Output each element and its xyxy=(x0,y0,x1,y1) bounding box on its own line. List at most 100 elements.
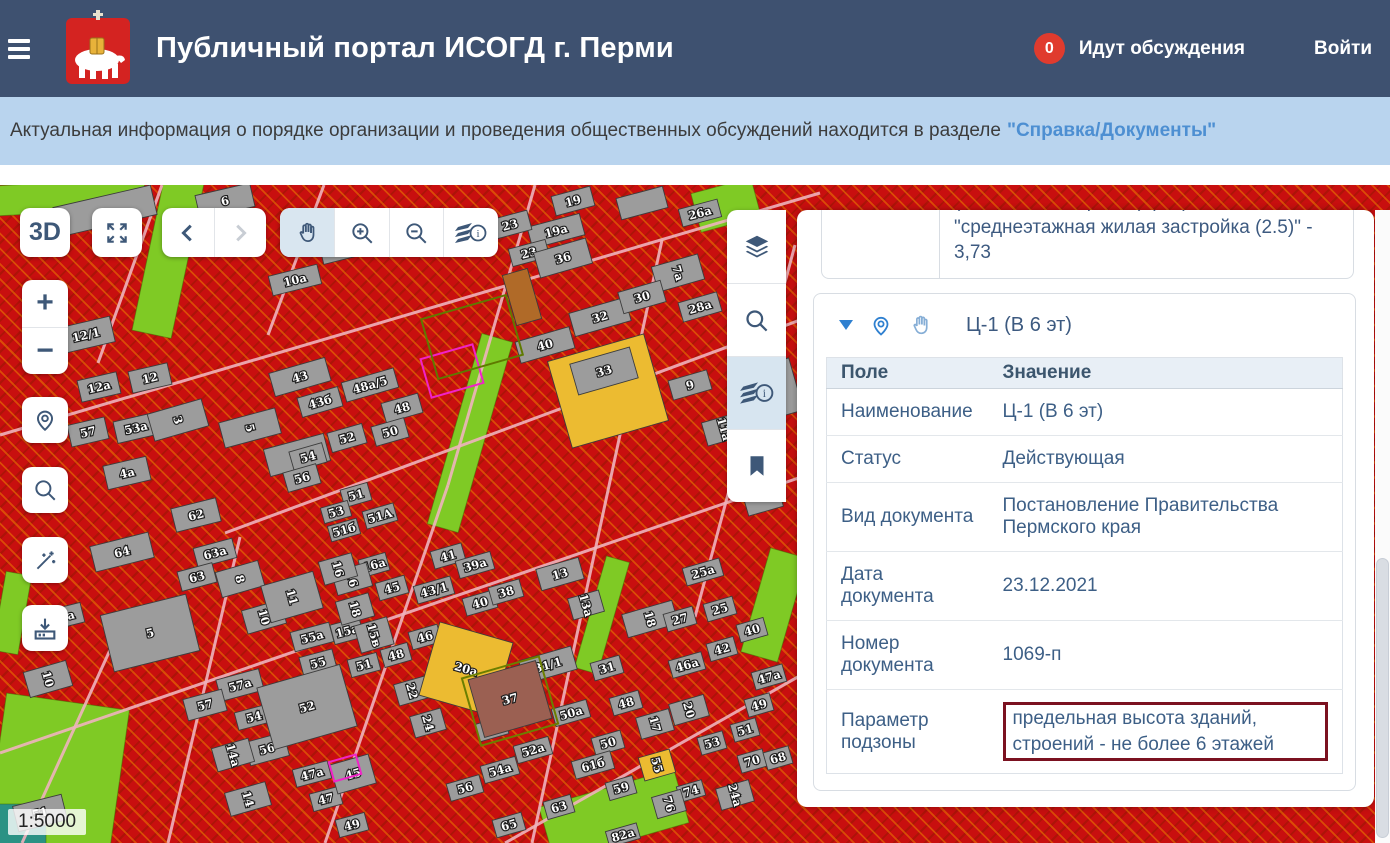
layers-icon xyxy=(742,232,772,262)
svg-text:i: i xyxy=(477,228,480,240)
map-building: 51 xyxy=(730,718,760,742)
layers-info-tool-button[interactable]: i xyxy=(443,208,498,257)
hamburger-menu-icon[interactable] xyxy=(6,35,40,63)
attributes-table: Поле Значение Наименование Ц-1 (В 6 эт) … xyxy=(826,357,1343,774)
map-building: 49 xyxy=(744,693,774,717)
download-icon xyxy=(31,614,59,642)
map-building: 63 xyxy=(177,563,217,592)
zoom-out-tool-button[interactable] xyxy=(389,208,444,257)
map-building: 48а/5 xyxy=(341,368,398,402)
map-building: 24а xyxy=(715,779,754,811)
highlighted-parameter-value: предельная высота зданий, строений - не … xyxy=(1003,702,1329,761)
field-value: Постановление Правительства Пермского кр… xyxy=(989,482,1343,551)
zoom-out-button[interactable]: − xyxy=(22,327,68,375)
field-value: предельная высота зданий, строений - не … xyxy=(989,689,1343,773)
map-building: 11 xyxy=(261,571,323,622)
map-building: 50 xyxy=(371,418,409,447)
map-building: 51 xyxy=(347,652,381,677)
zoom-to-feature-icon[interactable] xyxy=(869,312,893,339)
tab-search[interactable] xyxy=(727,283,786,356)
zoom-in-button[interactable]: + xyxy=(22,280,68,327)
map-building: 48 xyxy=(609,690,643,716)
location-pin-icon xyxy=(32,406,58,434)
map-scale-indicator: 1:5000 xyxy=(8,809,86,835)
layers-info-icon: i xyxy=(454,219,488,247)
map-building: 20 xyxy=(669,694,710,725)
object-info-panel: (высотная застройка) (2.6)" ; "среднеэта… xyxy=(797,210,1374,807)
map-search-button[interactable] xyxy=(22,467,68,513)
pan-to-feature-icon[interactable] xyxy=(908,312,933,339)
table-row: Номер документа 1069-п xyxy=(827,620,1343,689)
tab-layers[interactable] xyxy=(727,210,786,283)
field-name: Параметр подзоны xyxy=(827,689,989,773)
fullscreen-button[interactable] xyxy=(92,208,142,257)
table-row: Статус Действующая xyxy=(827,435,1343,482)
map-building: 61б xyxy=(571,751,614,779)
map-building: 14 xyxy=(225,782,272,817)
fullscreen-icon xyxy=(104,220,130,246)
map-building: 53 xyxy=(320,500,351,523)
collapse-triangle-icon[interactable] xyxy=(838,319,854,331)
magic-wand-icon xyxy=(32,547,58,573)
table-row: Параметр подзоны предельная высота здани… xyxy=(827,689,1343,773)
feature-header: Ц-1 (В 6 эт) xyxy=(822,312,1347,339)
map-building: 30 xyxy=(618,280,666,313)
zoom-control: + − xyxy=(22,280,68,374)
measure-tool-button[interactable] xyxy=(22,537,68,583)
map-building: 13 xyxy=(536,557,584,590)
map-building: 5 xyxy=(219,408,282,448)
banner-docs-link[interactable]: "Справка/Документы" xyxy=(1007,120,1216,142)
map-building: 53 xyxy=(697,731,727,755)
field-name: Вид документа xyxy=(827,482,989,551)
map-building: 57 xyxy=(183,689,227,721)
map-building: 10а xyxy=(268,264,321,296)
tab-object-info[interactable]: i xyxy=(727,356,786,429)
field-value: 1069-п xyxy=(989,620,1343,689)
map-building: 18 xyxy=(335,593,374,625)
map-building: 5 xyxy=(100,594,199,672)
search-icon xyxy=(32,477,58,503)
search-icon xyxy=(743,307,770,334)
chevron-left-icon xyxy=(177,220,199,246)
map-building: 62 xyxy=(171,498,221,532)
layers-info-icon: i xyxy=(739,379,775,407)
perm-coat-of-arms-logo[interactable] xyxy=(62,8,134,90)
previous-result-card: (высотная застройка) (2.6)" ; "среднеэта… xyxy=(821,210,1354,279)
tab-bookmarks[interactable] xyxy=(727,429,786,502)
map-building: 4а xyxy=(103,456,151,489)
map-building: 25а xyxy=(682,558,723,586)
discussions-link[interactable]: Идут обсуждения xyxy=(1079,38,1245,60)
export-button[interactable] xyxy=(22,605,68,651)
login-button[interactable]: Войти xyxy=(1314,38,1372,60)
magnifier-minus-icon xyxy=(403,220,429,246)
field-name: Статус xyxy=(827,435,989,482)
map-building: 70 xyxy=(737,749,767,773)
map-building: 57 xyxy=(67,417,109,447)
zoom-in-tool-button[interactable] xyxy=(334,208,389,257)
map-tools-group: i xyxy=(280,208,498,257)
map-building: 14а xyxy=(211,738,254,772)
view-3d-button[interactable]: 3D xyxy=(20,208,70,257)
map-building: 24 xyxy=(410,708,447,738)
map-building: 9 xyxy=(668,370,712,400)
app-header: Публичный портал ИСОГД г. Перми 0 Идут о… xyxy=(0,0,1390,97)
panel-scrollbar-track[interactable] xyxy=(1375,210,1390,843)
info-banner: Актуальная информация о порядке организа… xyxy=(0,97,1390,165)
panel-scrollbar-thumb[interactable] xyxy=(1376,558,1389,838)
map-building: 42 xyxy=(706,636,738,661)
field-value: Действующая xyxy=(989,435,1343,482)
map-building: 12 xyxy=(128,363,172,393)
discussions-count-badge[interactable]: 0 xyxy=(1034,33,1065,64)
page-title: Публичный портал ИСОГД г. Перми xyxy=(156,32,674,65)
back-button[interactable] xyxy=(162,208,214,257)
table-row: Наименование Ц-1 (В 6 эт) xyxy=(827,388,1343,435)
locate-button[interactable] xyxy=(22,397,68,443)
map-building: 10 xyxy=(23,660,72,697)
forward-button[interactable] xyxy=(214,208,267,257)
field-name: Номер документа xyxy=(827,620,989,689)
map-building: 52 xyxy=(257,664,357,749)
map-building xyxy=(616,186,668,220)
pan-tool-button[interactable] xyxy=(280,208,334,257)
field-value: Ц-1 (В 6 эт) xyxy=(989,388,1343,435)
magnifier-plus-icon xyxy=(349,220,375,246)
